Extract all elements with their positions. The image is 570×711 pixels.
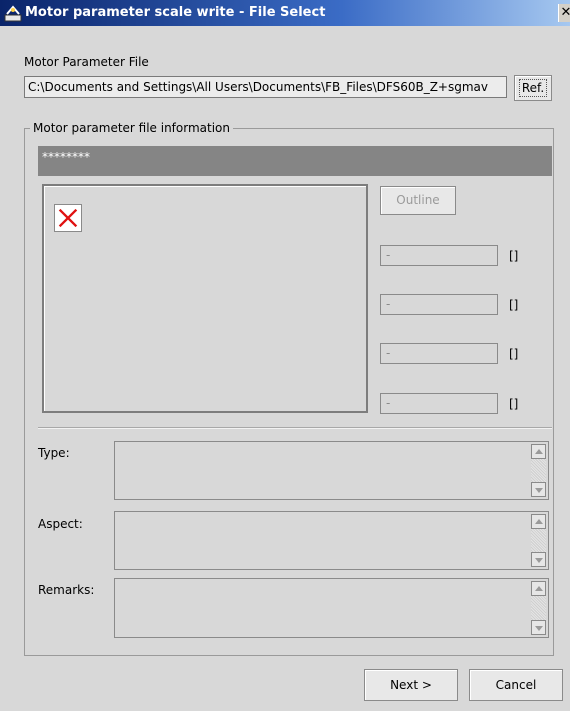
value-field-2[interactable]: -	[380, 294, 498, 315]
scroll-track[interactable]	[531, 459, 546, 482]
remarks-label: Remarks:	[38, 583, 95, 597]
type-label: Type:	[38, 446, 70, 460]
file-info-legend: Motor parameter file information	[30, 121, 234, 135]
unit-label-1: []	[509, 249, 519, 263]
scroll-down-arrow-icon[interactable]	[531, 620, 546, 635]
divider	[38, 427, 552, 429]
image-panel	[42, 184, 368, 413]
motor-app-icon	[4, 5, 22, 22]
scroll-up-arrow-icon[interactable]	[531, 581, 546, 596]
unit-label-3: []	[509, 347, 519, 361]
remarks-textarea[interactable]	[114, 578, 549, 638]
broken-image-icon	[54, 204, 82, 232]
aspect-scrollbar[interactable]	[531, 514, 546, 567]
scroll-track[interactable]	[531, 529, 546, 552]
title-bar: Motor parameter scale write - File Selec…	[0, 0, 570, 26]
value-field-1[interactable]: -	[380, 245, 498, 266]
window-title: Motor parameter scale write - File Selec…	[25, 5, 326, 20]
remarks-scrollbar[interactable]	[531, 581, 546, 635]
scroll-up-arrow-icon[interactable]	[531, 514, 546, 529]
unit-label-4: []	[509, 397, 519, 411]
type-scrollbar[interactable]	[531, 444, 546, 497]
scroll-down-arrow-icon[interactable]	[531, 482, 546, 497]
next-button[interactable]: Next >	[364, 669, 458, 701]
scroll-down-arrow-icon[interactable]	[531, 552, 546, 567]
aspect-textarea[interactable]	[114, 511, 549, 570]
type-textarea[interactable]	[114, 441, 549, 500]
scroll-up-arrow-icon[interactable]	[531, 444, 546, 459]
ref-button-label: Ref.	[518, 79, 548, 97]
file-label: Motor Parameter File	[24, 55, 149, 69]
close-button[interactable]: ✕	[558, 4, 570, 22]
ref-button[interactable]: Ref.	[514, 75, 552, 101]
aspect-label: Aspect:	[38, 517, 83, 531]
scroll-track[interactable]	[531, 596, 546, 620]
value-field-3[interactable]: -	[380, 343, 498, 364]
unit-label-2: []	[509, 298, 519, 312]
outline-button[interactable]: Outline	[380, 186, 456, 215]
value-field-4[interactable]: -	[380, 393, 498, 414]
file-path-field[interactable]: C:\Documents and Settings\All Users\Docu…	[24, 76, 507, 98]
parameter-name-bar: ********	[38, 146, 552, 176]
cancel-button[interactable]: Cancel	[469, 669, 563, 701]
